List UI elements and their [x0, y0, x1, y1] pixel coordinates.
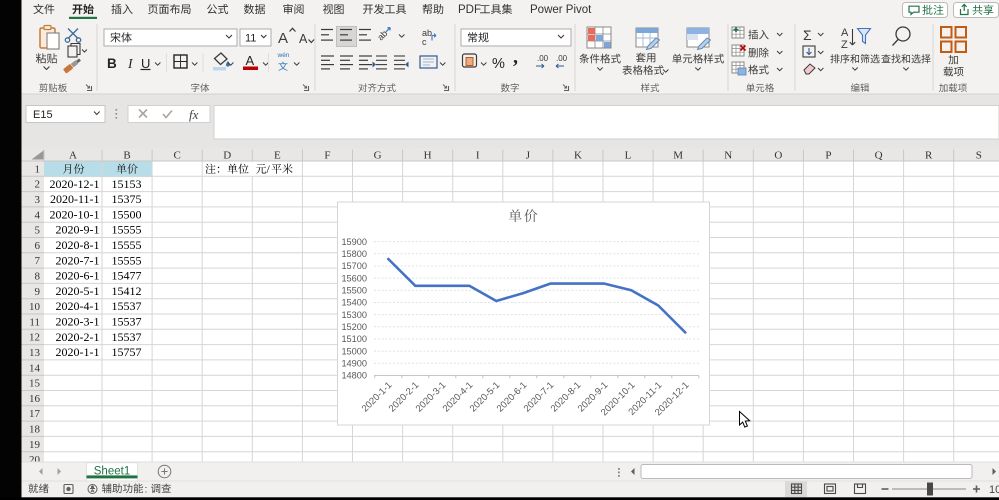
- svg-text:15555: 15555: [112, 253, 142, 267]
- svg-text:A: A: [841, 27, 849, 39]
- svg-text::: :: [145, 483, 148, 495]
- svg-text:15500: 15500: [112, 207, 142, 221]
- svg-text:A: A: [278, 30, 288, 47]
- svg-text:15537: 15537: [112, 299, 142, 313]
- svg-text:.00: .00: [556, 54, 568, 63]
- svg-text:Q: Q: [875, 149, 883, 161]
- svg-text:Sheet1: Sheet1: [94, 465, 130, 477]
- svg-text:A: A: [246, 53, 255, 68]
- svg-text:C: C: [173, 149, 180, 161]
- svg-text:15800: 15800: [341, 249, 367, 259]
- svg-text:H: H: [424, 149, 432, 161]
- svg-text:B: B: [107, 56, 117, 71]
- svg-text:8: 8: [35, 271, 41, 283]
- svg-text:2020-5-1: 2020-5-1: [56, 284, 100, 298]
- svg-text:L: L: [625, 149, 632, 161]
- svg-text:2020-6-1: 2020-6-1: [56, 269, 100, 283]
- svg-text:15200: 15200: [341, 322, 367, 332]
- svg-text:3: 3: [35, 194, 41, 206]
- svg-text:15900: 15900: [341, 237, 367, 247]
- svg-text:S: S: [976, 149, 982, 161]
- svg-text:5: 5: [35, 225, 41, 237]
- svg-text:P: P: [825, 149, 831, 161]
- svg-text:15555: 15555: [112, 238, 142, 252]
- svg-text:B: B: [123, 149, 130, 161]
- svg-text:c: c: [422, 37, 427, 47]
- svg-text:E15: E15: [33, 109, 53, 121]
- svg-text:F: F: [324, 149, 330, 161]
- svg-text:17: 17: [29, 408, 41, 420]
- svg-text:19: 19: [29, 439, 41, 451]
- svg-text:M: M: [673, 149, 683, 161]
- svg-text:15600: 15600: [341, 273, 367, 283]
- svg-text:15500: 15500: [341, 285, 367, 295]
- svg-text:15537: 15537: [112, 315, 142, 329]
- svg-text:%: %: [492, 56, 505, 72]
- svg-text:15757: 15757: [112, 345, 142, 359]
- svg-text:wén: wén: [277, 52, 290, 59]
- svg-text:15375: 15375: [112, 192, 142, 206]
- svg-text:16: 16: [29, 393, 41, 405]
- svg-text:2020-8-1: 2020-8-1: [56, 238, 100, 252]
- svg-text:K: K: [574, 149, 582, 161]
- svg-text:2: 2: [35, 179, 41, 191]
- svg-text:15400: 15400: [341, 298, 367, 308]
- svg-text:D: D: [223, 149, 231, 161]
- svg-text:2020-4-1: 2020-4-1: [56, 299, 100, 313]
- svg-text:2020-12-1: 2020-12-1: [50, 177, 100, 191]
- svg-text:A: A: [299, 32, 308, 46]
- svg-text:14800: 14800: [341, 371, 367, 381]
- svg-text:Σ: Σ: [803, 27, 812, 43]
- svg-text:1: 1: [35, 163, 41, 175]
- svg-text:11: 11: [245, 33, 256, 45]
- svg-text:Z: Z: [841, 39, 848, 51]
- svg-text:2020-2-1: 2020-2-1: [56, 330, 100, 344]
- svg-text:15300: 15300: [341, 310, 367, 320]
- svg-text:11: 11: [29, 316, 40, 328]
- svg-text:U: U: [141, 56, 150, 71]
- svg-text:G: G: [374, 149, 382, 161]
- svg-text:2020-10-1: 2020-10-1: [50, 207, 100, 221]
- svg-text:.00: .00: [537, 54, 549, 63]
- svg-text:9: 9: [35, 286, 41, 298]
- svg-text:,: ,: [513, 46, 518, 68]
- svg-text:15700: 15700: [341, 261, 367, 271]
- svg-text:10: 10: [29, 301, 41, 313]
- svg-text:E: E: [274, 149, 281, 161]
- svg-text:4: 4: [35, 209, 41, 221]
- svg-text:fx: fx: [189, 107, 199, 122]
- svg-text:15100: 15100: [341, 334, 367, 344]
- svg-text:13: 13: [29, 347, 41, 359]
- svg-text:14: 14: [29, 362, 41, 374]
- svg-text:I: I: [476, 149, 480, 161]
- svg-text:N: N: [724, 149, 732, 161]
- svg-text:18: 18: [29, 424, 41, 436]
- svg-text:15477: 15477: [112, 269, 142, 283]
- svg-text:2020-1-1: 2020-1-1: [56, 345, 100, 359]
- svg-text:J: J: [526, 149, 531, 161]
- svg-text:15153: 15153: [112, 177, 142, 191]
- svg-text:7: 7: [35, 255, 41, 267]
- svg-text:6: 6: [35, 240, 41, 252]
- svg-text:100%: 100%: [989, 484, 999, 496]
- svg-text:12: 12: [29, 332, 40, 344]
- svg-text:Power Pivot: Power Pivot: [530, 4, 592, 16]
- svg-text:15412: 15412: [112, 284, 142, 298]
- svg-text:15537: 15537: [112, 330, 142, 344]
- svg-text:2020-3-1: 2020-3-1: [56, 315, 100, 329]
- svg-text:15555: 15555: [112, 223, 142, 237]
- svg-text:2020-9-1: 2020-9-1: [56, 223, 100, 237]
- svg-text:15: 15: [29, 378, 41, 390]
- svg-text:R: R: [925, 149, 933, 161]
- svg-text:A: A: [69, 149, 77, 161]
- svg-text:2020-7-1: 2020-7-1: [56, 253, 100, 267]
- svg-text:15000: 15000: [341, 346, 367, 356]
- svg-text:14900: 14900: [341, 359, 367, 369]
- svg-text:PDF: PDF: [458, 4, 481, 16]
- svg-text:O: O: [774, 149, 782, 161]
- svg-text:2020-11-1: 2020-11-1: [50, 192, 100, 206]
